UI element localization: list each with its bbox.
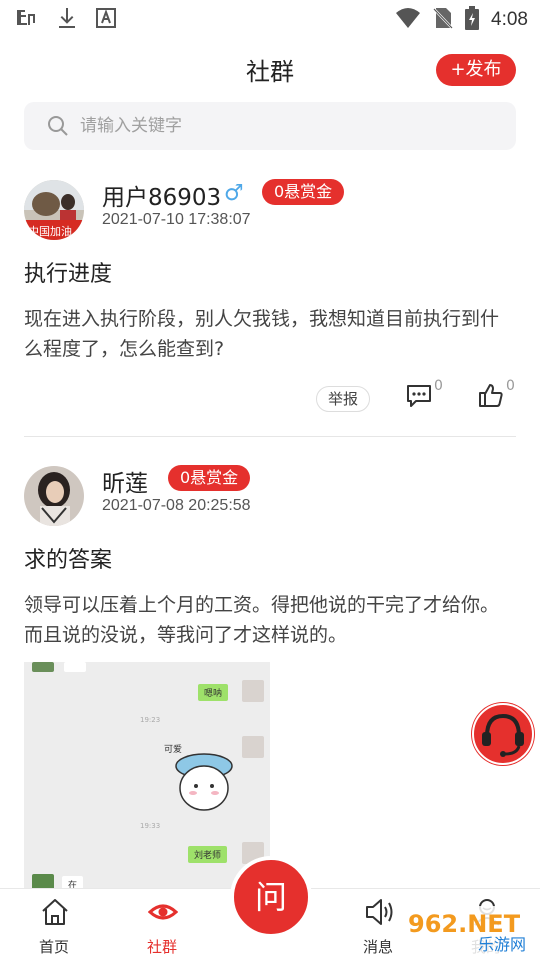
post-body[interactable]: 现在进入执行阶段，别人欠我钱，我想知道目前执行到什么程度了，怎么能查到? [24, 304, 516, 364]
tab-label: 社群 [146, 938, 177, 956]
customer-service-button[interactable] [469, 700, 537, 768]
search-input[interactable] [80, 102, 500, 150]
chat-avatar [242, 680, 264, 702]
home-icon [40, 897, 70, 931]
post-card[interactable]: 中国加油 用户86903 ♂ 0悬赏金 2021-07-10 17:38:07 … [24, 172, 516, 437]
chat-bubble: 刘老师 [188, 846, 228, 863]
chat-time: 19:23 [140, 716, 161, 724]
download-icon [56, 6, 78, 34]
male-icon: ♂ [224, 181, 244, 206]
bounty-badge: 0悬赏金 [168, 465, 251, 491]
user-name[interactable]: 用户86903 [102, 178, 221, 212]
status-bar: 4:08 [0, 0, 540, 36]
chat-avatar [64, 662, 86, 672]
chat-avatar [32, 874, 54, 888]
tab-label: 首页 [38, 938, 69, 956]
header: 社群 +发布 [0, 36, 540, 102]
search-bar[interactable] [24, 102, 516, 150]
ask-question-button[interactable]: 问 [230, 856, 312, 938]
bounty-badge: 0悬赏金 [262, 179, 345, 205]
tab-community[interactable]: 社群 [122, 889, 202, 960]
post-card[interactable]: 昕莲 0悬赏金 2021-07-08 20:25:58 求的答案 领导可以压着上… [24, 458, 516, 888]
user-name[interactable]: 昕莲 [102, 464, 148, 498]
wifi-icon [395, 7, 421, 33]
chat-time: 19:33 [140, 822, 161, 830]
tab-home[interactable]: 首页 [14, 889, 94, 960]
status-time: 4:08 [491, 9, 528, 30]
avatar[interactable] [24, 466, 84, 526]
sticker-image: 可爱 [164, 736, 234, 820]
like-icon[interactable] [478, 382, 504, 412]
svg-text:乐游网: 乐游网 [478, 935, 526, 954]
post-title[interactable]: 求的答案 [24, 542, 112, 574]
post-time: 2021-07-10 17:38:07 [102, 211, 251, 228]
report-button[interactable]: 举报 [316, 386, 370, 412]
avatar[interactable]: 中国加油 [24, 180, 84, 240]
bug-icon [14, 6, 38, 34]
site-watermark: 962.NET 乐游网 [402, 904, 536, 956]
like-count: 0 [506, 378, 515, 394]
chat-bubble: 在 [62, 876, 84, 888]
post-time: 2021-07-08 20:25:58 [102, 497, 251, 514]
publish-button[interactable]: +发布 [436, 54, 516, 86]
font-icon [96, 8, 116, 32]
search-icon [46, 114, 70, 142]
svg-text:962.NET: 962.NET [408, 910, 521, 938]
comment-count: 0 [434, 378, 443, 394]
battery-icon [465, 6, 480, 34]
post-image[interactable]: 嗯呐 19:23 可爱 19:33 刘老师 在 [24, 662, 270, 888]
comment-icon[interactable] [406, 384, 432, 412]
svg-text:可爱: 可爱 [164, 744, 182, 755]
speaker-icon [364, 897, 396, 931]
svg-text:中国加油: 中国加油 [28, 224, 72, 238]
chat-bubble: 嗯呐 [198, 684, 229, 701]
chat-avatar [32, 662, 54, 672]
no-sim-icon [433, 6, 453, 34]
post-body[interactable]: 领导可以压着上个月的工资。得把他说的干完了才给你。而且说的没说，等我问了才这样说… [24, 590, 516, 650]
post-title[interactable]: 执行进度 [24, 256, 112, 288]
eye-icon [147, 897, 179, 931]
chat-avatar [242, 736, 264, 758]
